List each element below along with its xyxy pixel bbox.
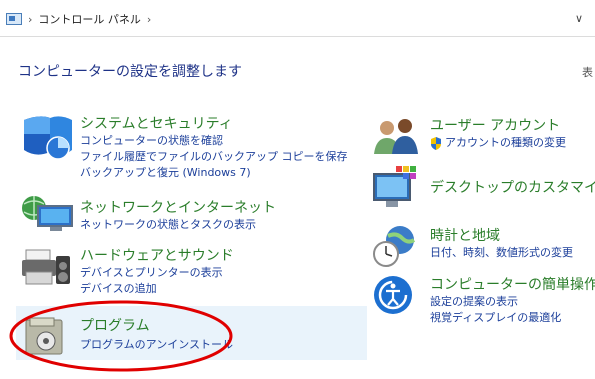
link-optimize-display[interactable]: 視覚ディスプレイの最適化: [430, 310, 595, 326]
chevron-down-icon[interactable]: ∨: [575, 12, 583, 25]
link-add-device[interactable]: デバイスの追加: [80, 281, 234, 297]
link-check-status[interactable]: コンピューターの状態を確認: [80, 133, 348, 149]
category-title-network[interactable]: ネットワークとインターネット: [80, 200, 276, 216]
category-title-user-accounts[interactable]: ユーザー アカウント: [430, 118, 560, 134]
printer-icon: [22, 249, 70, 285]
monitor-icon: [373, 166, 416, 207]
breadcrumb-separator[interactable]: ›: [28, 13, 32, 26]
link-devices-printers[interactable]: デバイスとプリンターの表示: [80, 265, 234, 281]
category-title-ease-of-access[interactable]: コンピューターの簡単操作: [430, 277, 595, 293]
category-user-accounts: ユーザー アカウント アカウントの種類の変更: [430, 115, 566, 151]
shield-icon: [24, 116, 72, 160]
link-backup-restore[interactable]: バックアップと復元 (Windows 7): [80, 165, 348, 181]
category-title-desktop-customization[interactable]: デスクトップのカスタマイズ: [430, 180, 595, 196]
users-icon: [374, 119, 418, 154]
breadcrumb-control-panel[interactable]: コントロール パネル: [38, 11, 141, 27]
annotation-ellipse: [9, 300, 233, 372]
link-network-status[interactable]: ネットワークの状態とタスクの表示: [80, 217, 276, 233]
link-suggest-settings[interactable]: 設定の提案の表示: [430, 294, 595, 310]
category-network: ネットワークとインターネット ネットワークの状態とタスクの表示: [80, 197, 276, 233]
network-icon: [22, 196, 73, 231]
address-bar[interactable]: › コントロール パネル › ∨: [4, 4, 589, 34]
page-title: コンピューターの設定を調整します: [18, 64, 242, 80]
divider: [0, 36, 595, 37]
category-ease-of-access: コンピューターの簡単操作 設定の提案の表示 視覚ディスプレイの最適化: [430, 274, 595, 326]
view-by-label[interactable]: 表: [582, 64, 593, 80]
ease-of-access-icon: [374, 276, 412, 314]
category-title-hardware-sound[interactable]: ハードウェアとサウンド: [80, 248, 234, 264]
uac-shield-icon: [431, 136, 441, 150]
category-system-security: システムとセキュリティ コンピューターの状態を確認 ファイル履歴でファイルのバッ…: [80, 113, 348, 181]
category-title-clock-region[interactable]: 時計と地域: [430, 228, 500, 244]
link-change-account-type[interactable]: アカウントの種類の変更: [430, 135, 566, 151]
control-panel-icon: [6, 13, 22, 25]
category-title-system-security[interactable]: システムとセキュリティ: [80, 116, 233, 132]
breadcrumb-separator[interactable]: ›: [147, 13, 151, 26]
category-clock-region: 時計と地域 日付、時刻、数値形式の変更: [430, 225, 573, 261]
clock-globe-icon: [373, 226, 416, 267]
link-change-account-type-label: アカウントの種類の変更: [445, 136, 566, 149]
category-desktop-customization: デスクトップのカスタマイズ: [430, 177, 595, 197]
category-hardware-sound: ハードウェアとサウンド デバイスとプリンターの表示 デバイスの追加: [80, 245, 234, 297]
link-change-date-time-format[interactable]: 日付、時刻、数値形式の変更: [430, 245, 573, 261]
link-file-history[interactable]: ファイル履歴でファイルのバックアップ コピーを保存: [80, 149, 348, 165]
